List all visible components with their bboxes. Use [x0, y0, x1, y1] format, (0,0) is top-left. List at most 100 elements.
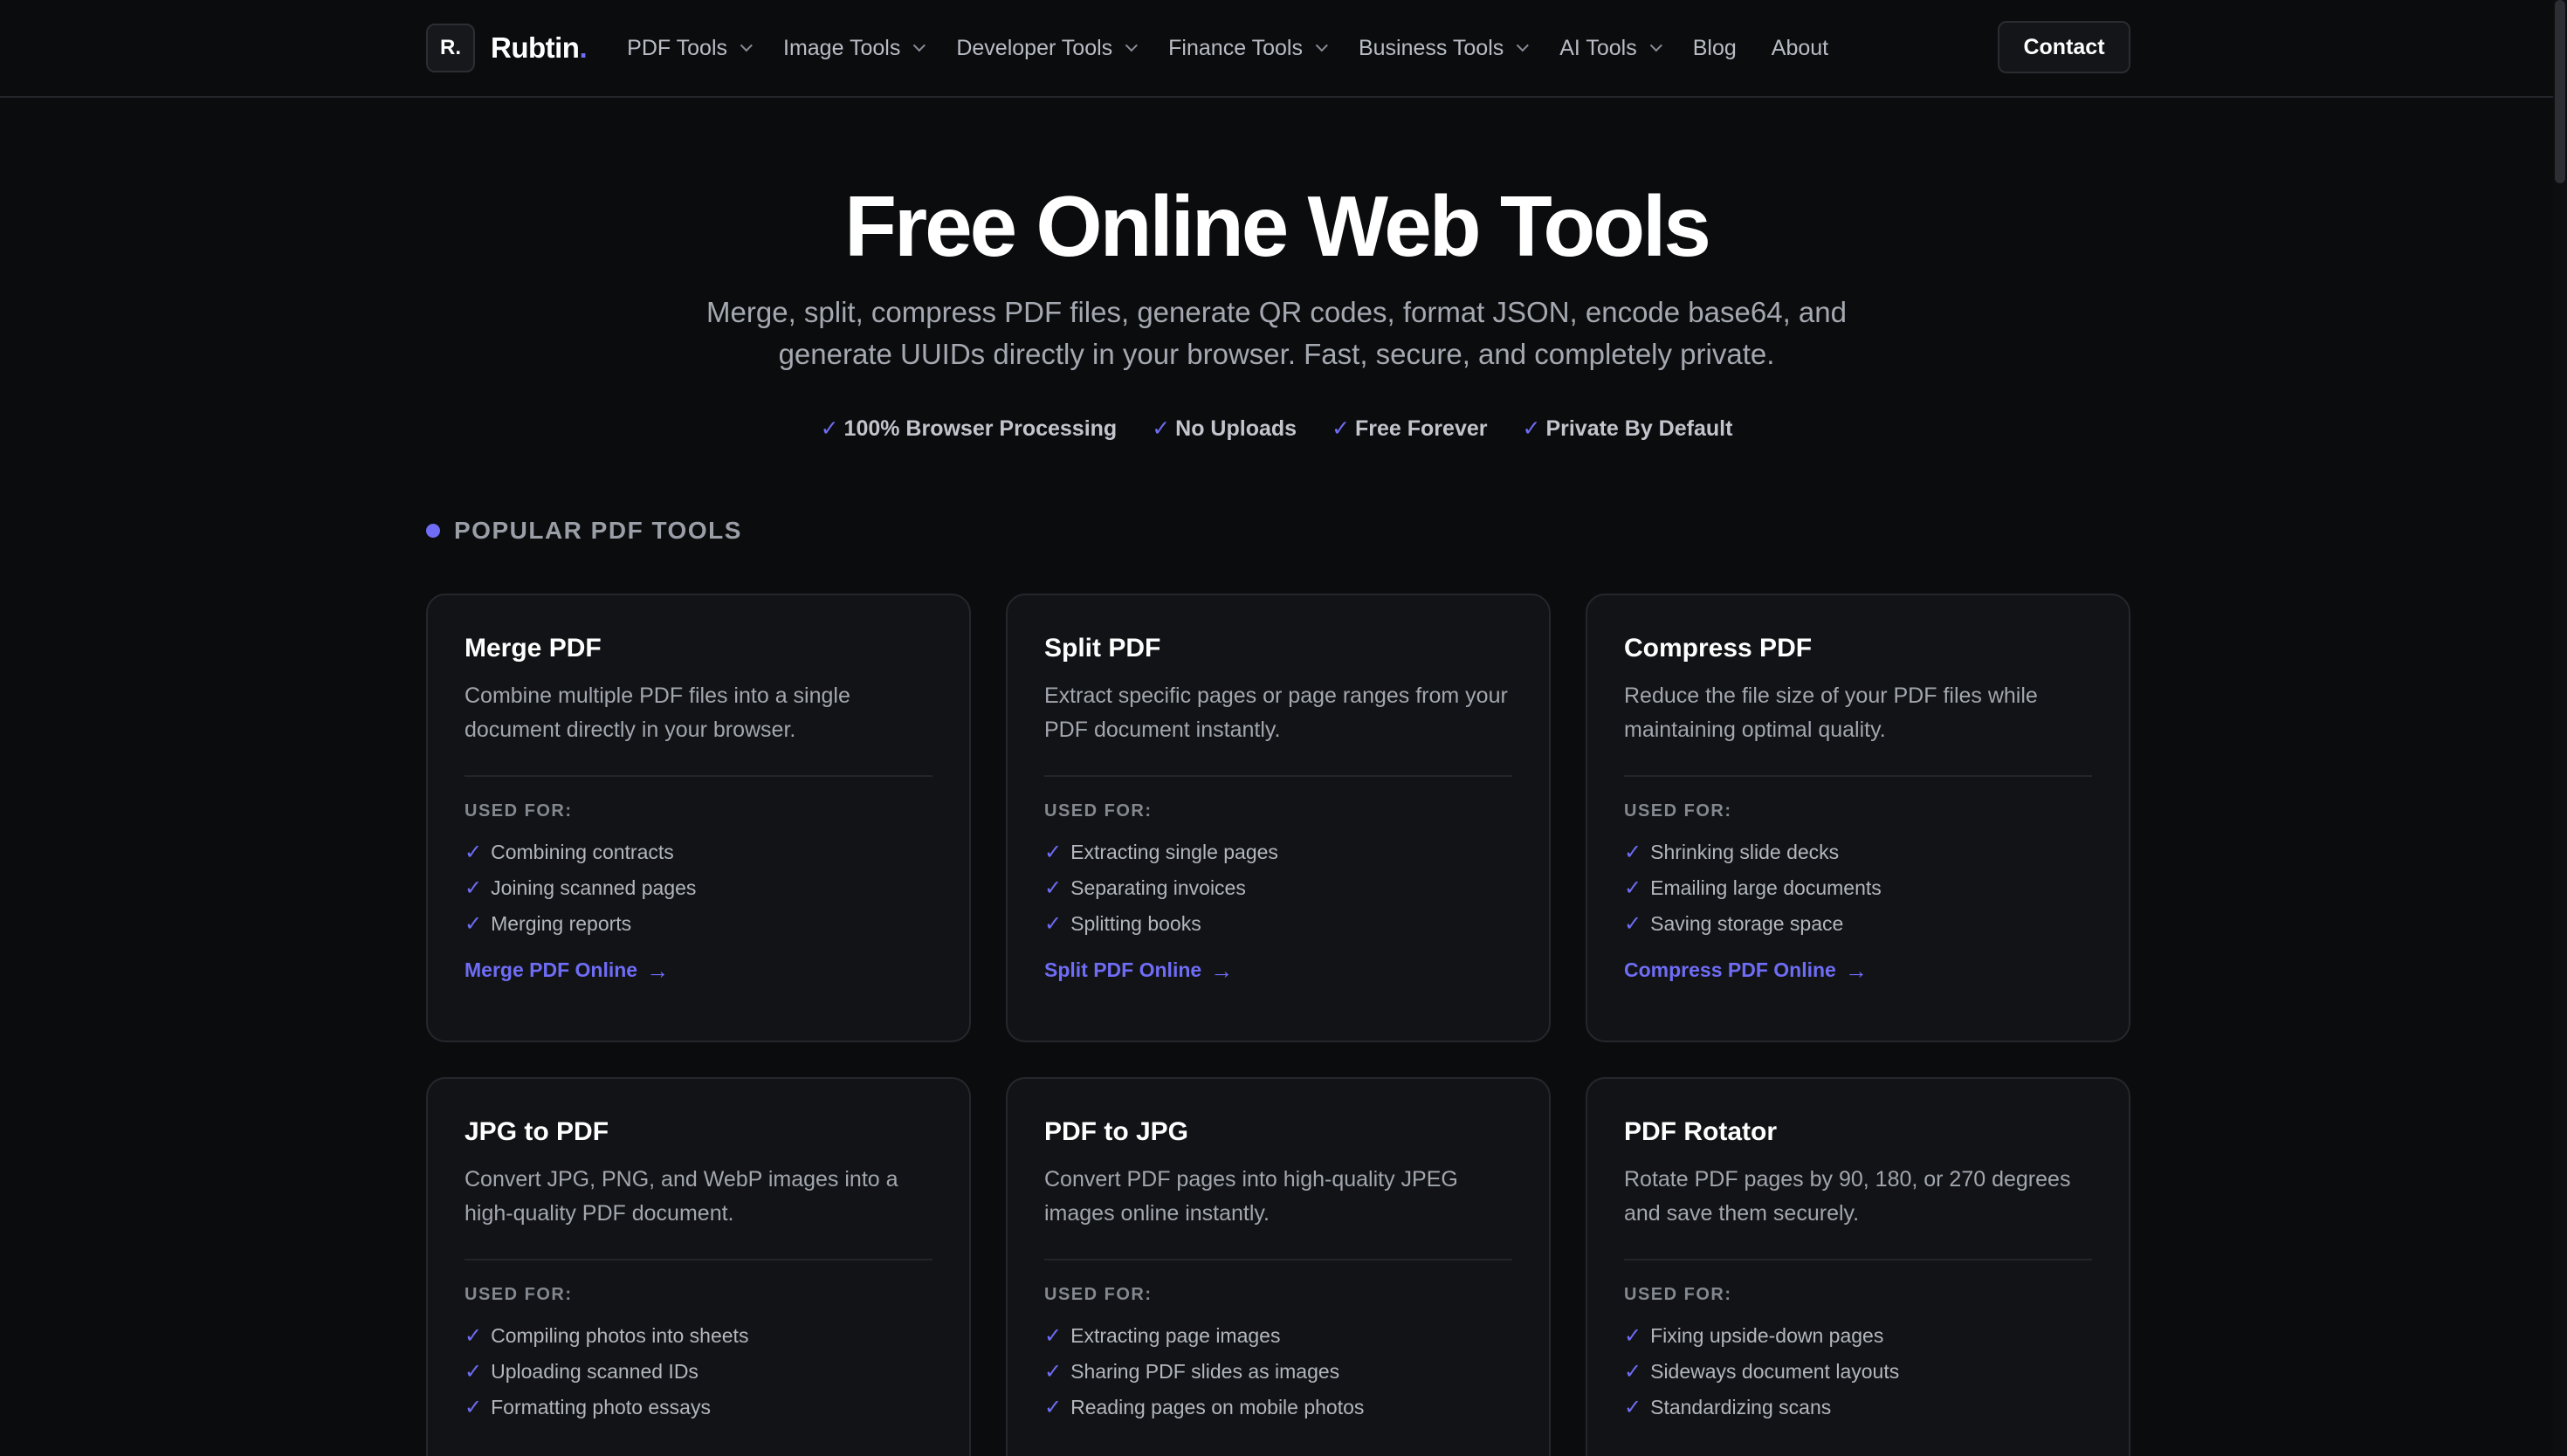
tool-card-pdf-rotator[interactable]: PDF Rotator Rotate PDF pages by 90, 180,… — [1586, 1077, 2130, 1456]
nav-pdf-tools-label: PDF Tools — [627, 35, 727, 60]
use-label: Combining contracts — [491, 841, 674, 863]
feature-badge: ✓ Free Forever — [1332, 416, 1487, 442]
list-item: ✓ Saving storage space — [1624, 906, 1882, 942]
chevron-down-icon — [1649, 39, 1662, 52]
nav-finance-tools[interactable]: Finance Tools — [1168, 36, 1328, 61]
use-label: Uploading scanned IDs — [491, 1360, 699, 1383]
card-title: Merge PDF — [465, 634, 602, 663]
tool-card-merge-pdf[interactable]: Merge PDF Combine multiple PDF files int… — [426, 594, 971, 1042]
use-list: ✓ Extracting single pages ✓ Separating inv… — [1044, 834, 1278, 942]
feature-badge-label: Free Forever — [1355, 416, 1488, 441]
arrow-right-icon: → — [1210, 957, 1234, 984]
use-label: Extracting single pages — [1070, 841, 1278, 863]
card-description: Combine multiple PDF files into a single… — [465, 683, 850, 742]
tool-card-compress-pdf[interactable]: Compress PDF Reduce the file size of you… — [1586, 594, 2130, 1042]
navbar-inner: R. Rubtin. PDF Tools Image Tools Develop… — [426, 0, 2130, 96]
check-icon: ✓ — [1044, 1396, 1063, 1419]
check-icon: ✓ — [1044, 912, 1063, 936]
use-label: Reading pages on mobile photos — [1070, 1396, 1365, 1418]
feature-badge-label: 100% Browser Processing — [843, 416, 1118, 441]
card-description: Rotate PDF pages by 90, 180, or 270 degr… — [1624, 1167, 2071, 1226]
check-icon: ✓ — [465, 1360, 483, 1384]
use-label: Merging reports — [491, 912, 632, 935]
check-icon: ✓ — [1624, 1324, 1642, 1348]
split-pdf-link[interactable]: Split PDF Online → — [1044, 958, 1233, 982]
use-list: ✓ Fixing upside-down pages ✓ Sideways docu… — [1624, 1318, 1899, 1425]
check-icon: ✓ — [465, 1396, 483, 1419]
nav-links: PDF Tools Image Tools Developer Tools Fi… — [627, 36, 1863, 61]
use-label: Joining scanned pages — [491, 876, 697, 899]
used-for-label: USED FOR: — [1044, 1285, 1153, 1304]
list-item: ✓ Separating invoices — [1044, 870, 1278, 906]
list-item: ✓ Shrinking slide decks — [1624, 834, 1882, 870]
use-label: Compiling photos into sheets — [491, 1324, 749, 1347]
list-item: ✓ Uploading scanned IDs — [465, 1354, 748, 1390]
nav-about[interactable]: About — [1772, 36, 1828, 61]
contact-button[interactable]: Contact — [1998, 21, 2130, 73]
check-icon: ✓ — [1044, 876, 1063, 900]
nav-blog[interactable]: Blog — [1693, 36, 1737, 61]
list-item: ✓ Formatting photo essays — [465, 1390, 748, 1425]
check-icon: ✓ — [465, 1324, 483, 1348]
feature-badge-label: No Uploads — [1175, 416, 1297, 441]
card-description: Reduce the file size of your PDF files w… — [1624, 683, 2038, 742]
check-icon: ✓ — [1624, 1396, 1642, 1419]
list-item: ✓ Sharing PDF slides as images — [1044, 1354, 1364, 1390]
check-icon: ✓ — [1624, 1360, 1642, 1384]
brand-logo[interactable]: Rubtin. — [491, 31, 588, 65]
bullet-dot-icon — [426, 524, 440, 538]
feature-badge-label: Private By Default — [1545, 416, 1733, 441]
nav-developer-tools[interactable]: Developer Tools — [956, 36, 1139, 61]
card-divider — [1044, 775, 1512, 777]
compress-pdf-link[interactable]: Compress PDF Online → — [1624, 958, 1868, 982]
use-label: Splitting books — [1070, 912, 1201, 935]
card-divider — [465, 1259, 933, 1260]
nav-business-tools[interactable]: Business Tools — [1359, 36, 1530, 61]
list-item: ✓ Fixing upside-down pages — [1624, 1318, 1899, 1354]
feature-badge: ✓ 100% Browser Processing — [821, 416, 1118, 442]
check-icon: ✓ — [1624, 912, 1642, 936]
used-for-label: USED FOR: — [1044, 801, 1153, 821]
check-icon: ✓ — [1522, 416, 1541, 441]
tool-card-split-pdf[interactable]: Split PDF Extract specific pages or page… — [1006, 594, 1551, 1042]
arrow-right-icon: → — [646, 957, 670, 984]
check-icon: ✓ — [465, 912, 483, 936]
nav-ai-tools[interactable]: AI Tools — [1559, 36, 1662, 61]
card-description: Convert PDF pages into high-quality JPEG… — [1044, 1167, 1458, 1226]
logo-mark[interactable]: R. — [426, 24, 475, 72]
check-icon: ✓ — [1152, 416, 1171, 441]
check-icon: ✓ — [1044, 841, 1063, 864]
check-icon: ✓ — [1044, 1360, 1063, 1384]
scrollbar[interactable] — [2553, 0, 2567, 1456]
chevron-down-icon — [740, 39, 753, 52]
nav-pdf-tools[interactable]: PDF Tools — [627, 35, 753, 61]
list-item: ✓ Standardizing scans — [1624, 1390, 1899, 1425]
card-title: PDF Rotator — [1624, 1117, 1777, 1146]
card-title: Split PDF — [1044, 634, 1161, 663]
used-for-label: USED FOR: — [465, 801, 573, 821]
scrollbar-thumb[interactable] — [2555, 0, 2565, 183]
merge-pdf-link[interactable]: Merge PDF Online → — [465, 958, 669, 982]
top-navbar: R. Rubtin. PDF Tools Image Tools Develop… — [0, 0, 2553, 98]
card-title: PDF to JPG — [1044, 1117, 1189, 1146]
use-label: Sideways document layouts — [1650, 1360, 1900, 1383]
list-item: ✓ Joining scanned pages — [465, 870, 696, 906]
page: R. Rubtin. PDF Tools Image Tools Develop… — [0, 0, 2567, 1456]
used-for-label: USED FOR: — [1624, 1285, 1732, 1304]
list-item: ✓ Sideways document layouts — [1624, 1354, 1899, 1390]
nav-image-tools-label: Image Tools — [783, 35, 901, 60]
arrow-right-icon: → — [1844, 957, 1868, 984]
list-item: ✓ Compiling photos into sheets — [465, 1318, 748, 1354]
list-item: ✓ Extracting single pages — [1044, 834, 1278, 870]
tool-card-jpg-to-pdf[interactable]: JPG to PDF Convert JPG, PNG, and WebP im… — [426, 1077, 971, 1456]
card-link-label: Split PDF Online — [1044, 958, 1202, 981]
use-label: Sharing PDF slides as images — [1070, 1360, 1340, 1383]
use-label: Fixing upside-down pages — [1650, 1324, 1884, 1347]
check-icon: ✓ — [465, 841, 483, 864]
check-icon: ✓ — [465, 876, 483, 900]
tool-card-pdf-to-jpg[interactable]: PDF to JPG Convert PDF pages into high-q… — [1006, 1077, 1551, 1456]
nav-image-tools[interactable]: Image Tools — [783, 35, 926, 61]
hero-subtitle: Merge, split, compress PDF files, genera… — [706, 296, 1847, 370]
card-divider — [465, 775, 933, 777]
card-divider — [1624, 1259, 2092, 1260]
